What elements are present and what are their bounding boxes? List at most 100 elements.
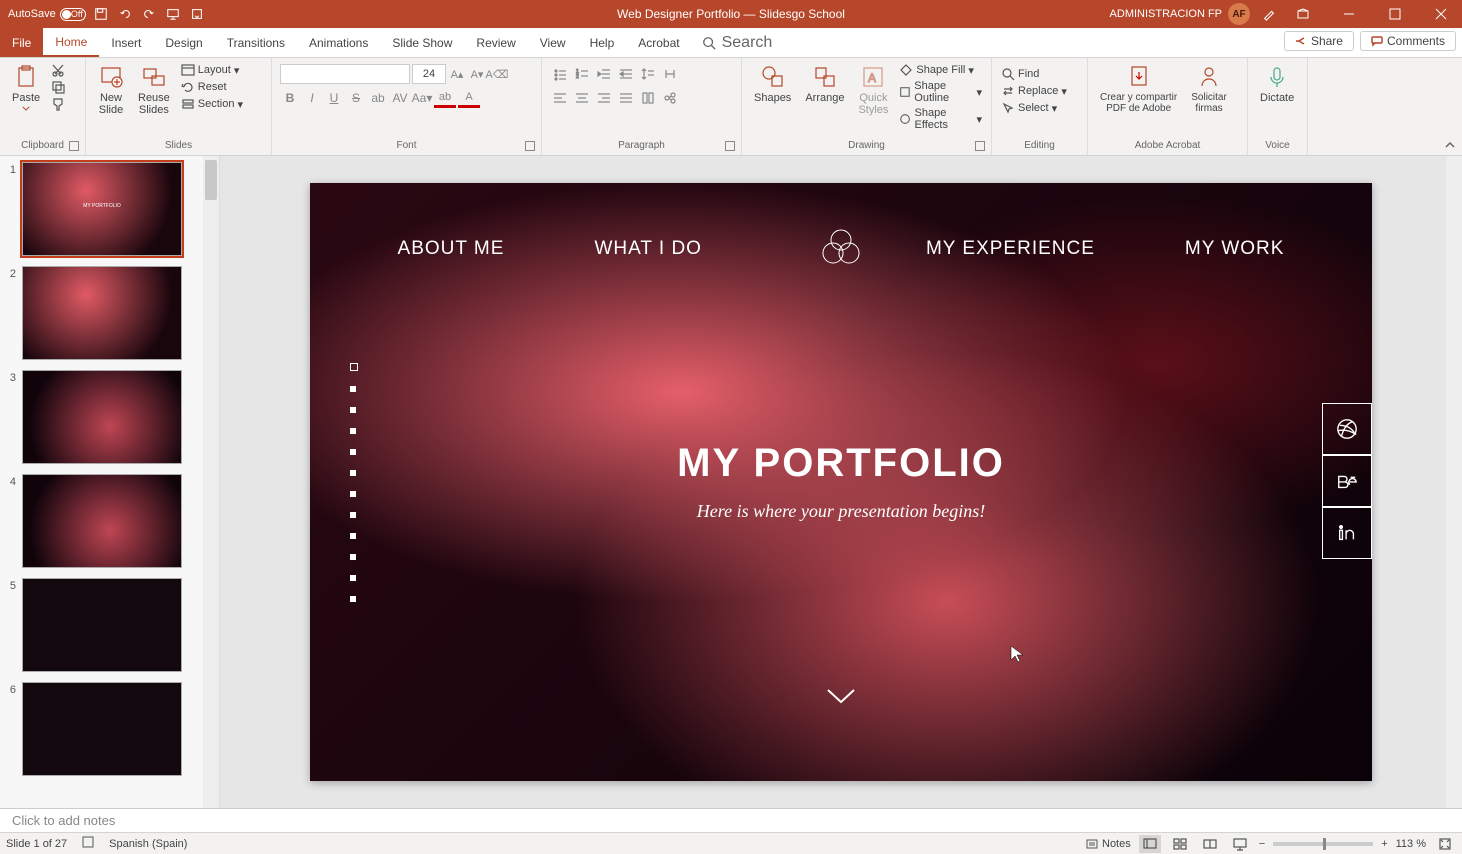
slide-title[interactable]: MY PORTFOLIO: [310, 441, 1372, 486]
increase-font-button[interactable]: A▴: [448, 65, 466, 83]
thumbnail[interactable]: MY PORTFOLIO: [22, 162, 182, 256]
tab-file[interactable]: File: [0, 28, 43, 57]
case-button[interactable]: Aa▾: [412, 88, 432, 108]
thumbnail[interactable]: [22, 266, 182, 360]
slideshow-view-button[interactable]: [1229, 835, 1251, 853]
dribbble-icon[interactable]: [1322, 403, 1372, 455]
thumbnail[interactable]: [22, 578, 182, 672]
canvas-scrollbar[interactable]: [1446, 156, 1462, 808]
request-sign-button[interactable]: Solicitar firmas: [1185, 62, 1233, 116]
dictate-button[interactable]: Dictate: [1254, 62, 1300, 106]
thumbnail[interactable]: [22, 682, 182, 776]
thumbnail-row[interactable]: 4: [4, 474, 215, 568]
select-button[interactable]: Select▾: [998, 100, 1070, 116]
thumb-scrollbar[interactable]: [203, 156, 219, 808]
close-button[interactable]: [1420, 0, 1462, 28]
fit-window-button[interactable]: [1434, 835, 1456, 853]
qat-more-icon[interactable]: [188, 5, 206, 23]
zoom-out-button[interactable]: −: [1259, 838, 1265, 850]
quick-styles-button[interactable]: AQuick Styles: [852, 62, 894, 118]
behance-icon[interactable]: [1322, 455, 1372, 507]
tab-design[interactable]: Design: [153, 28, 214, 57]
tab-transitions[interactable]: Transitions: [215, 28, 297, 57]
share-button[interactable]: Share: [1284, 31, 1354, 51]
shape-effects-button[interactable]: Shape Effects▾: [896, 106, 985, 132]
shapes-button[interactable]: Shapes: [748, 62, 797, 106]
reading-view-button[interactable]: [1199, 835, 1221, 853]
text-direction-button[interactable]: [660, 64, 680, 84]
strike-button[interactable]: S: [346, 88, 366, 108]
notes-toggle[interactable]: Notes: [1085, 837, 1131, 851]
language-indicator[interactable]: Spanish (Spain): [109, 838, 187, 850]
thumbnail[interactable]: [22, 474, 182, 568]
nav-experience[interactable]: MY EXPERIENCE: [926, 238, 1095, 260]
reset-button[interactable]: Reset: [178, 79, 246, 95]
zoom-slider[interactable]: [1273, 842, 1373, 846]
bullets-button[interactable]: [550, 64, 570, 84]
clipboard-launcher[interactable]: [69, 141, 79, 151]
slide-counter[interactable]: Slide 1 of 27: [6, 838, 67, 850]
save-icon[interactable]: [92, 5, 110, 23]
drawing-launcher[interactable]: [975, 141, 985, 151]
spacing-button[interactable]: AV: [390, 88, 410, 108]
paragraph-launcher[interactable]: [725, 141, 735, 151]
zoom-in-button[interactable]: +: [1381, 838, 1387, 850]
align-center-button[interactable]: [572, 88, 592, 108]
minimize-button[interactable]: [1328, 0, 1370, 28]
layout-button[interactable]: Layout▾: [178, 62, 246, 78]
tab-animations[interactable]: Animations: [297, 28, 380, 57]
linkedin-icon[interactable]: [1322, 507, 1372, 559]
copy-button[interactable]: [48, 79, 68, 95]
bold-button[interactable]: B: [280, 88, 300, 108]
thumbnail-row[interactable]: 1MY PORTFOLIO: [4, 162, 215, 256]
tab-insert[interactable]: Insert: [99, 28, 153, 57]
thumbnail-row[interactable]: 3: [4, 370, 215, 464]
slide[interactable]: ABOUT ME WHAT I DO MY EXPERIENCE MY WORK…: [310, 183, 1372, 781]
tab-acrobat[interactable]: Acrobat: [626, 28, 691, 57]
clear-format-button[interactable]: A⌫: [488, 65, 506, 83]
maximize-button[interactable]: [1374, 0, 1416, 28]
section-button[interactable]: Section▾: [178, 96, 246, 112]
comments-button[interactable]: Comments: [1360, 31, 1456, 51]
undo-icon[interactable]: [116, 5, 134, 23]
paste-button[interactable]: Paste: [6, 62, 46, 113]
align-left-button[interactable]: [550, 88, 570, 108]
highlight-button[interactable]: ab: [434, 88, 456, 108]
sorter-view-button[interactable]: [1169, 835, 1191, 853]
font-launcher[interactable]: [525, 141, 535, 151]
reuse-slides-button[interactable]: Reuse Slides: [132, 62, 176, 118]
scroll-down-icon[interactable]: [824, 686, 858, 711]
indent-button[interactable]: [616, 64, 636, 84]
slide-canvas-area[interactable]: ABOUT ME WHAT I DO MY EXPERIENCE MY WORK…: [220, 156, 1462, 808]
collapse-ribbon-button[interactable]: [1444, 139, 1458, 153]
tab-slideshow[interactable]: Slide Show: [380, 28, 464, 57]
tab-help[interactable]: Help: [578, 28, 627, 57]
create-pdf-button[interactable]: Crear y compartir PDF de Adobe: [1094, 62, 1183, 116]
search-box[interactable]: Search: [692, 28, 783, 57]
accessibility-icon[interactable]: [81, 835, 95, 852]
shape-outline-button[interactable]: Shape Outline▾: [896, 79, 985, 105]
line-spacing-button[interactable]: [638, 64, 658, 84]
italic-button[interactable]: I: [302, 88, 322, 108]
smartart-button[interactable]: [660, 88, 680, 108]
new-slide-button[interactable]: New Slide: [92, 62, 130, 118]
notes-pane[interactable]: Click to add notes: [0, 808, 1462, 832]
cut-button[interactable]: [48, 62, 68, 78]
normal-view-button[interactable]: [1139, 835, 1161, 853]
thumbnail-row[interactable]: 2: [4, 266, 215, 360]
justify-button[interactable]: [616, 88, 636, 108]
nav-whatido[interactable]: WHAT I DO: [594, 238, 702, 260]
font-color-button[interactable]: A: [458, 88, 480, 108]
replace-button[interactable]: Replace▾: [998, 83, 1070, 99]
thumbnail[interactable]: [22, 370, 182, 464]
shadow-button[interactable]: ab: [368, 88, 388, 108]
numbering-button[interactable]: 12: [572, 64, 592, 84]
thumbnail-row[interactable]: 6: [4, 682, 215, 776]
zoom-level[interactable]: 113 %: [1396, 838, 1426, 850]
present-icon[interactable]: [164, 5, 182, 23]
thumbnail-row[interactable]: 5: [4, 578, 215, 672]
nav-about[interactable]: ABOUT ME: [398, 238, 505, 260]
columns-button[interactable]: [638, 88, 658, 108]
outdent-button[interactable]: [594, 64, 614, 84]
nav-work[interactable]: MY WORK: [1185, 238, 1285, 260]
